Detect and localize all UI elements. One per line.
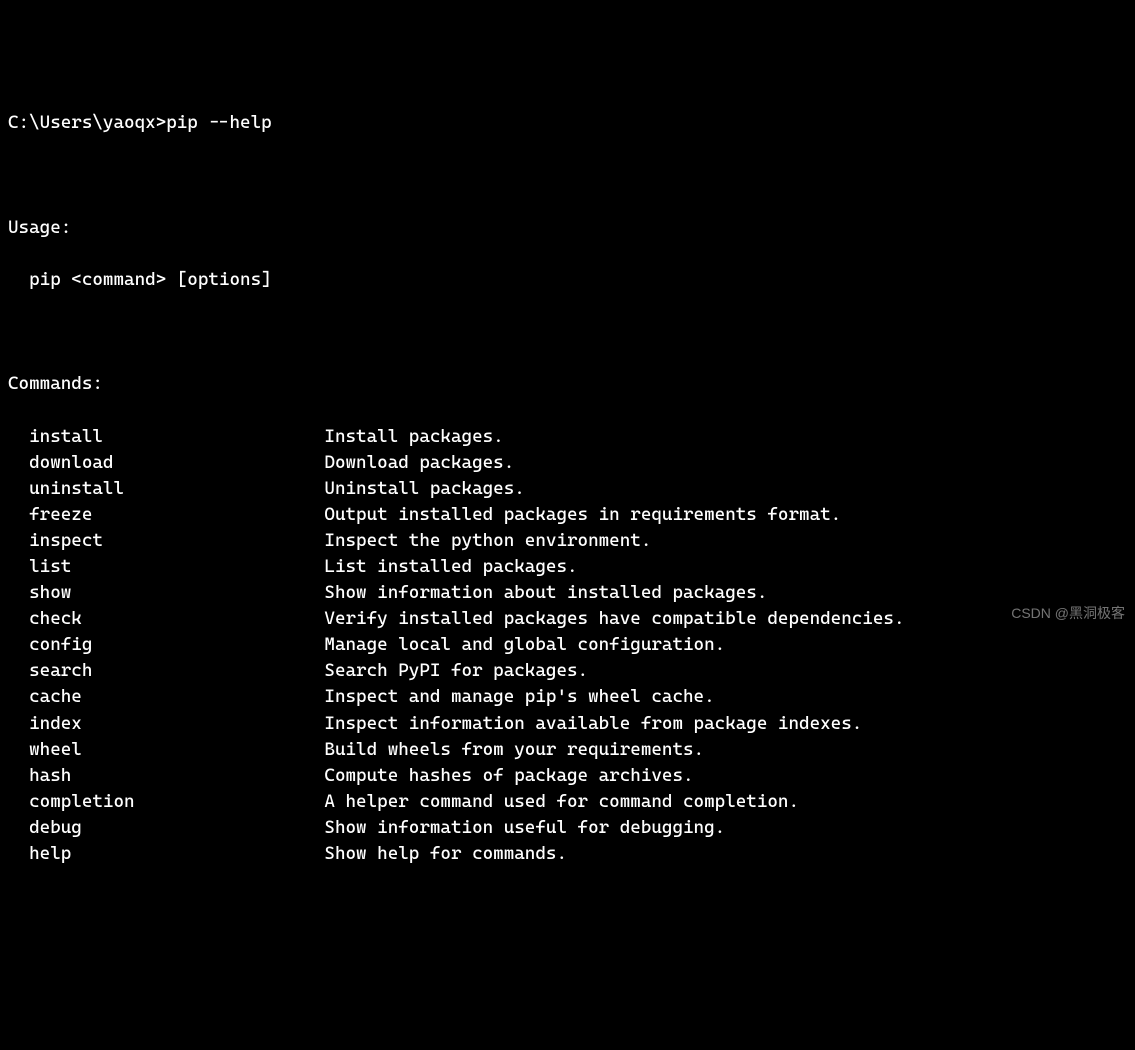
- command-name: hash: [8, 763, 324, 789]
- command-name: install: [8, 424, 324, 450]
- commands-header: Commands:: [8, 371, 1127, 397]
- command-name: debug: [8, 815, 324, 841]
- command-row: helpShow help for commands.: [8, 841, 1127, 867]
- command-desc: Inspect the python environment.: [324, 528, 1127, 554]
- command-name: completion: [8, 789, 324, 815]
- command-row: uninstallUninstall packages.: [8, 476, 1127, 502]
- usage-header: Usage:: [8, 215, 1127, 241]
- command-name: check: [8, 606, 324, 632]
- command-desc: Uninstall packages.: [324, 476, 1127, 502]
- command-desc: List installed packages.: [324, 554, 1127, 580]
- command-name: uninstall: [8, 476, 324, 502]
- commands-list: installInstall packages.downloadDownload…: [8, 424, 1127, 868]
- command-desc: Show help for commands.: [324, 841, 1127, 867]
- command-row: debugShow information useful for debuggi…: [8, 815, 1127, 841]
- command-name: config: [8, 632, 324, 658]
- blank-line: [8, 319, 1127, 345]
- command-name: inspect: [8, 528, 324, 554]
- command-row: searchSearch PyPI for packages.: [8, 658, 1127, 684]
- command-row: completionA helper command used for comm…: [8, 789, 1127, 815]
- command-desc: Inspect and manage pip's wheel cache.: [324, 684, 1127, 710]
- command-row: wheelBuild wheels from your requirements…: [8, 737, 1127, 763]
- command-desc: Show information about installed package…: [324, 580, 1127, 606]
- command-desc: Show information useful for debugging.: [324, 815, 1127, 841]
- command-row: freezeOutput installed packages in requi…: [8, 502, 1127, 528]
- command-name: freeze: [8, 502, 324, 528]
- command-row: checkVerify installed packages have comp…: [8, 606, 1127, 632]
- command-name: help: [8, 841, 324, 867]
- command-desc: Output installed packages in requirement…: [324, 502, 1127, 528]
- command-desc: A helper command used for command comple…: [324, 789, 1127, 815]
- command-desc: Inspect information available from packa…: [324, 711, 1127, 737]
- command-desc: Manage local and global configuration.: [324, 632, 1127, 658]
- command-row: inspectInspect the python environment.: [8, 528, 1127, 554]
- command-desc: Compute hashes of package archives.: [324, 763, 1127, 789]
- command-row: cacheInspect and manage pip's wheel cach…: [8, 684, 1127, 710]
- command-desc: Verify installed packages have compatibl…: [324, 606, 1127, 632]
- blank-line: [8, 163, 1127, 189]
- command-row: indexInspect information available from …: [8, 711, 1127, 737]
- command-row: listList installed packages.: [8, 554, 1127, 580]
- command-name: list: [8, 554, 324, 580]
- command-row: downloadDownload packages.: [8, 450, 1127, 476]
- command-row: showShow information about installed pac…: [8, 580, 1127, 606]
- command-desc: Build wheels from your requirements.: [324, 737, 1127, 763]
- command-name: download: [8, 450, 324, 476]
- command-name: search: [8, 658, 324, 684]
- command-name: cache: [8, 684, 324, 710]
- command-desc: Search PyPI for packages.: [324, 658, 1127, 684]
- command-row: hashCompute hashes of package archives.: [8, 763, 1127, 789]
- usage-line: pip <command> [options]: [8, 267, 1127, 293]
- command-name: wheel: [8, 737, 324, 763]
- command-row: configManage local and global configurat…: [8, 632, 1127, 658]
- watermark: CSDN @黑洞极客: [1011, 603, 1125, 623]
- command-desc: Download packages.: [324, 450, 1127, 476]
- command-name: show: [8, 580, 324, 606]
- command-desc: Install packages.: [324, 424, 1127, 450]
- command-name: index: [8, 711, 324, 737]
- command-row: installInstall packages.: [8, 424, 1127, 450]
- prompt-line: C:\Users\yaoqx>pip --help: [8, 110, 1127, 136]
